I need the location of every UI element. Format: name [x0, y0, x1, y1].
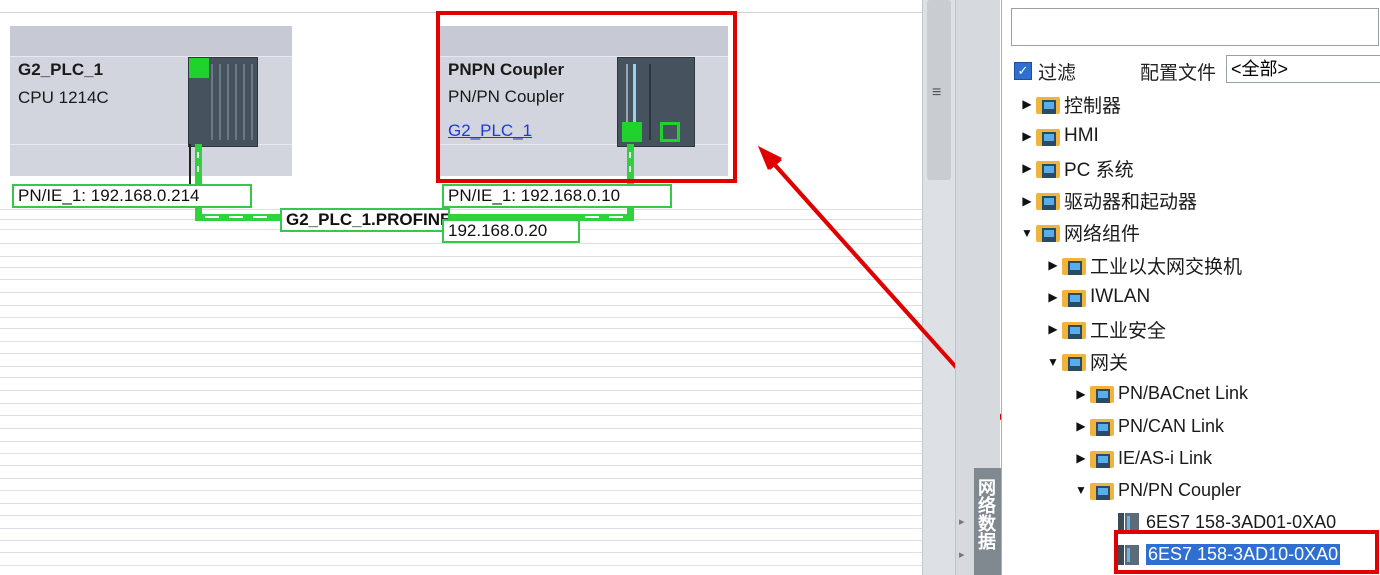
grip-icon: ≡: [932, 84, 942, 101]
expand-arrow-icon[interactable]: ▶: [1046, 322, 1060, 336]
filter-label: 过滤: [1038, 63, 1077, 84]
catalog-folder[interactable]: ▼ 网关: [1046, 347, 1128, 377]
folder-icon: [1090, 384, 1114, 404]
catalog-folder[interactable]: ▶ 工业以太网交换机: [1046, 250, 1242, 280]
catalog-item-label: IWLAN: [1090, 286, 1151, 308]
expand-arrow-icon[interactable]: ▶: [1074, 451, 1088, 465]
expand-arrow-icon[interactable]: ▸: [959, 515, 965, 528]
expand-arrow-icon[interactable]: ▶: [1020, 161, 1034, 175]
catalog-item-label: 工业以太网交换机: [1090, 256, 1243, 278]
catalog-item-label: PN/BACnet Link: [1118, 383, 1249, 404]
side-tab-strip: ▸ ▸ 网络数据: [955, 0, 1001, 575]
profile-label: 配置文件: [1140, 63, 1217, 84]
catalog-item-label: PC 系统: [1064, 159, 1134, 181]
profile-select[interactable]: <全部>: [1226, 55, 1380, 83]
tab-network-data-label: 网络数据: [976, 478, 996, 550]
expand-arrow-icon[interactable]: ▶: [1074, 419, 1088, 433]
module-icon: [1118, 511, 1140, 535]
module-icon: [1118, 543, 1140, 567]
folder-icon: [1036, 95, 1060, 114]
expand-arrow-icon[interactable]: ▸: [959, 548, 965, 561]
catalog-item-label: HMI: [1064, 125, 1099, 147]
catalog-item-label: 网络组件: [1064, 224, 1141, 246]
folder-icon: [1062, 256, 1086, 275]
folder-icon: [1062, 320, 1086, 339]
catalog-item-label: 驱动器和起动器: [1064, 192, 1198, 214]
folder-icon: [1036, 223, 1060, 243]
folder-icon: [1036, 127, 1060, 146]
network-view-canvas[interactable]: G2_PLC_1 CPU 1214C PNPN Coupler PN/PN Co…: [0, 0, 922, 575]
splitter-scrollbar[interactable]: ≡: [922, 0, 955, 575]
folder-icon: [1062, 288, 1086, 307]
hardware-catalog-panel: ✓ 过滤 配置文件 <全部> ▶ 控制器 ▶ HMI ▶ PC 系统 ▶ 驱动器和起动器 ▼ 网络…: [1001, 0, 1380, 575]
catalog-folder[interactable]: ▼ PN/PN Coupler: [1074, 475, 1241, 505]
arrow-icon: [758, 146, 922, 333]
folder-icon: [1062, 352, 1086, 372]
catalog-item-label: 控制器: [1064, 95, 1122, 117]
catalog-folder[interactable]: ▶ PN/BACnet Link: [1074, 379, 1248, 409]
folder-icon: [1090, 417, 1114, 436]
catalog-item-label: PN/PN Coupler: [1118, 479, 1242, 500]
collapse-arrow-icon[interactable]: ▼: [1046, 355, 1060, 369]
catalog-folder[interactable]: ▶ 工业安全: [1046, 314, 1166, 344]
folder-icon: [1036, 159, 1060, 178]
catalog-item-label: 网关: [1090, 353, 1129, 375]
folder-icon: [1090, 481, 1114, 500]
catalog-item-label: 工业安全: [1090, 320, 1167, 342]
catalog-item-leaf[interactable]: 6ES7 158-3AD10-0XA0: [1118, 540, 1341, 570]
catalog-item-label: IE/AS-i Link: [1118, 447, 1213, 468]
expand-arrow-icon[interactable]: ▶: [1020, 97, 1034, 111]
catalog-item-label: 6ES7 158-3AD01-0XA0: [1146, 512, 1337, 533]
folder-icon: [1090, 449, 1114, 468]
collapse-arrow-icon[interactable]: ▼: [1020, 226, 1034, 240]
expand-arrow-icon[interactable]: ▶: [1020, 194, 1034, 208]
expand-arrow-icon[interactable]: ▶: [1046, 258, 1060, 272]
catalog-item-leaf[interactable]: 6ES7 158-3AD01-0XA0: [1118, 508, 1336, 538]
catalog-folder[interactable]: ▶ IE/AS-i Link: [1074, 443, 1212, 473]
catalog-folder[interactable]: ▶ PC 系统: [1020, 153, 1134, 183]
catalog-folder[interactable]: ▶ 控制器: [1020, 89, 1121, 119]
catalog-folder[interactable]: ▶ PN/CAN Link: [1074, 411, 1224, 441]
catalog-item-label: 6ES7 158-3AD10-0XA0: [1146, 544, 1341, 566]
folder-icon: [1036, 191, 1060, 211]
catalog-folder[interactable]: ▶ 驱动器和起动器: [1020, 186, 1197, 216]
catalog-folder[interactable]: ▶ HMI: [1020, 121, 1099, 151]
expand-arrow-icon[interactable]: ▶: [1074, 387, 1088, 401]
catalog-item-label: PN/CAN Link: [1118, 415, 1225, 436]
catalog-folder[interactable]: ▼ 网络组件: [1020, 218, 1140, 248]
catalog-folder[interactable]: ▶ IWLAN: [1046, 282, 1150, 312]
expand-arrow-icon[interactable]: ▶: [1046, 290, 1060, 304]
collapse-arrow-icon[interactable]: ▼: [1074, 483, 1088, 497]
catalog-search-input[interactable]: [1011, 8, 1379, 46]
expand-arrow-icon[interactable]: ▶: [1020, 129, 1034, 143]
filter-checkbox[interactable]: ✓: [1014, 62, 1032, 80]
